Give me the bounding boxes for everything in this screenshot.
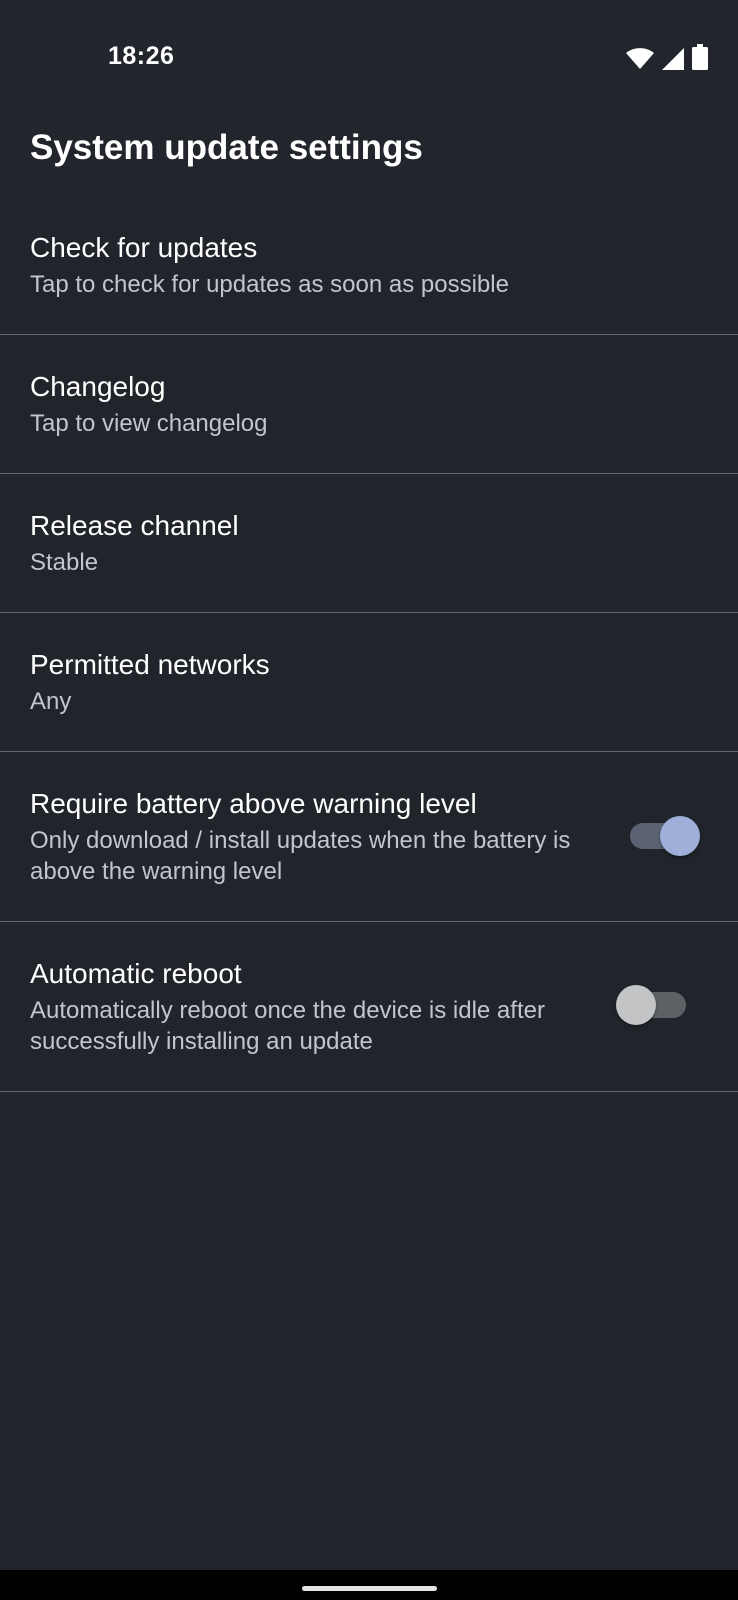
pref-permitted-networks[interactable]: Permitted networks Any [0, 613, 738, 752]
pref-check-for-updates[interactable]: Check for updates Tap to check for updat… [0, 196, 738, 335]
pref-summary: Stable [30, 549, 99, 576]
pref-title: Automatic reboot [30, 958, 242, 989]
pref-summary: Tap to view changelog [30, 410, 268, 437]
pref-title: Permitted networks [30, 649, 270, 680]
wifi-icon [626, 48, 654, 69]
battery-icon [692, 44, 708, 70]
pref-automatic-reboot[interactable]: Automatic reboot Automatically reboot on… [0, 922, 738, 1092]
switch-thumb [616, 985, 656, 1025]
pref-release-channel[interactable]: Release channel Stable [0, 474, 738, 613]
pref-title: Release channel [30, 510, 239, 541]
app-bar: System update settings [0, 110, 738, 196]
pref-text: Check for updates Tap to check for updat… [30, 231, 588, 300]
preference-list: Check for updates Tap to check for updat… [0, 196, 738, 1092]
automatic-reboot-switch[interactable] [616, 985, 688, 1025]
cellular-signal-icon [662, 48, 684, 70]
pref-text: Automatic reboot Automatically reboot on… [30, 957, 588, 1057]
pref-text: Require battery above warning level Only… [30, 787, 588, 887]
pref-require-battery[interactable]: Require battery above warning level Only… [0, 752, 738, 922]
switch-thumb [660, 816, 700, 856]
pref-summary: Tap to check for updates as soon as poss… [30, 271, 509, 298]
pref-text: Changelog Tap to view changelog [30, 370, 588, 439]
pref-summary: Any [30, 688, 72, 715]
pref-summary: Automatically reboot once the device is … [30, 997, 545, 1055]
status-time: 18:26 [108, 42, 175, 70]
gesture-handle[interactable] [302, 1586, 437, 1591]
status-icons [626, 44, 708, 70]
page-title: System update settings [30, 128, 423, 167]
screen: 18:26 System update settings Check for u… [0, 0, 738, 1600]
pref-title: Check for updates [30, 232, 258, 263]
pref-summary: Only download / install updates when the… [30, 827, 571, 885]
pref-title: Changelog [30, 371, 166, 402]
status-bar: 18:26 [0, 0, 738, 110]
pref-text: Permitted networks Any [30, 648, 588, 717]
pref-title: Require battery above warning level [30, 788, 477, 819]
battery-level-switch[interactable] [628, 816, 700, 856]
pref-text: Release channel Stable [30, 509, 588, 578]
navigation-bar [0, 1570, 738, 1600]
pref-changelog[interactable]: Changelog Tap to view changelog [0, 335, 738, 474]
